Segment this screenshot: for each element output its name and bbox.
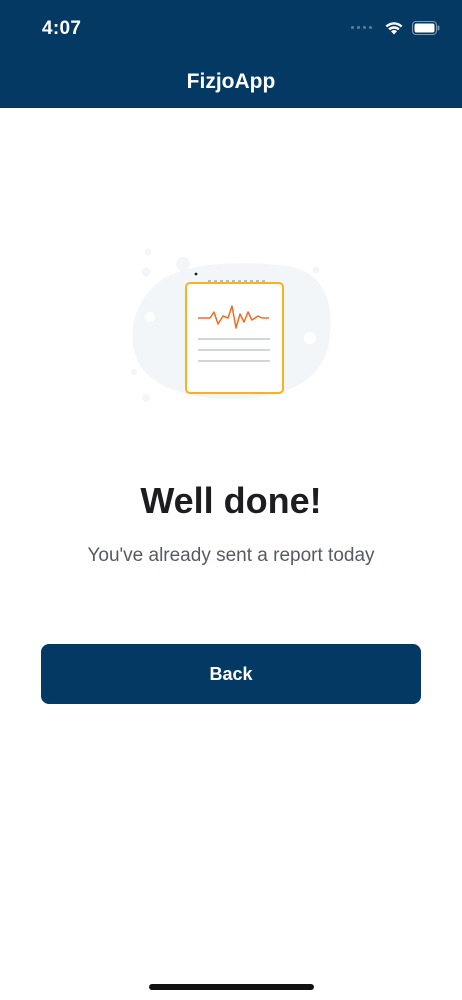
success-headline: Well done! [140, 480, 322, 521]
report-illustration-icon [131, 248, 331, 402]
battery-icon [412, 20, 440, 35]
status-bar-time: 4:07 [42, 18, 82, 39]
page-title: FizjoApp [186, 70, 276, 93]
home-indicator [149, 984, 314, 990]
wifi-icon [385, 22, 403, 35]
cellular-signal-icon [351, 26, 372, 29]
back-button[interactable]: Back [41, 644, 421, 704]
report-sent-message: You've already sent a report today [87, 545, 375, 566]
status-bar-icons [351, 20, 440, 35]
app-header: 4:07 FizjoApp [0, 0, 462, 108]
